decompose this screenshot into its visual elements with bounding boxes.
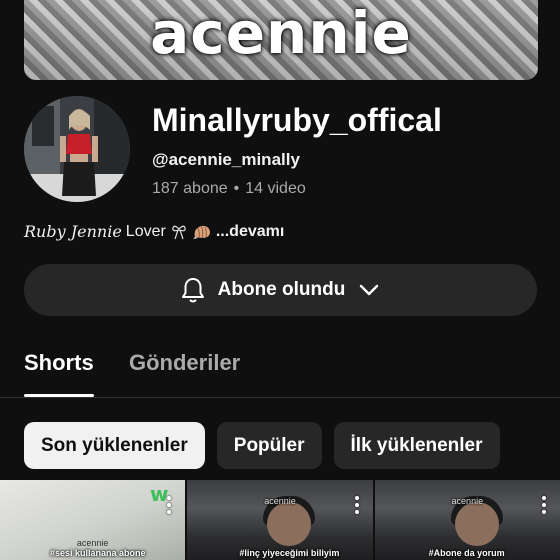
tab-shorts[interactable]: Shorts xyxy=(24,350,94,376)
short-caption: #linç yiyeceğimi biliyim xyxy=(239,548,340,558)
short-caption: #sesi kullanana abone xyxy=(50,548,146,558)
active-tab-indicator xyxy=(24,394,94,397)
channel-name: Minallyruby_offical xyxy=(152,102,442,138)
app-watermark-icon: w xyxy=(150,482,169,506)
short-watermark: acennie xyxy=(451,496,484,506)
banner-logo-text: acennie xyxy=(150,0,412,67)
stats-separator: • xyxy=(233,180,240,197)
chip-popular[interactable]: Popüler xyxy=(216,422,322,469)
shell-icon xyxy=(192,225,210,239)
sort-chips: Son yüklenenler Popüler İlk yüklenenler xyxy=(24,422,500,469)
channel-description[interactable]: Ruby Jennie Lover ...devamı xyxy=(24,222,284,241)
avatar-image xyxy=(24,96,130,202)
short-watermark: acennie xyxy=(264,496,296,506)
channel-tabs: Shorts Gönderiler xyxy=(0,340,560,398)
short-watermark: acennie xyxy=(76,538,109,548)
description-text: Lover xyxy=(125,222,166,240)
short-thumbnail[interactable]: acennie #Abone da yorum xyxy=(374,480,560,560)
tab-posts[interactable]: Gönderiler xyxy=(129,350,240,376)
shorts-grid: w acennie #sesi kullanana abone acennie … xyxy=(0,480,560,560)
chevron-down-icon xyxy=(360,284,379,296)
channel-stats: 187 abone • 14 video xyxy=(152,180,306,198)
ribbon-icon xyxy=(172,225,186,239)
description-script-text: Ruby Jennie xyxy=(24,222,122,241)
video-count: 14 video xyxy=(245,180,306,197)
chip-oldest[interactable]: İlk yüklenenler xyxy=(333,422,500,469)
subscribed-button[interactable]: Abone olundu xyxy=(24,264,537,316)
short-thumbnail[interactable]: acennie #linç yiyeceğimi biliyim xyxy=(187,480,373,560)
short-caption: #Abone da yorum xyxy=(428,548,505,558)
subscribed-button-label: Abone olundu xyxy=(217,279,346,300)
channel-banner: acennie xyxy=(24,0,538,80)
description-more-link[interactable]: ...devamı xyxy=(216,223,284,241)
subscriber-count: 187 abone xyxy=(152,180,228,197)
channel-handle: @acennie_minally xyxy=(152,150,300,169)
short-thumbnail[interactable]: w acennie #sesi kullanana abone xyxy=(0,480,186,560)
more-options-icon[interactable] xyxy=(167,496,172,514)
chip-latest[interactable]: Son yüklenenler xyxy=(24,422,205,469)
bell-icon xyxy=(181,278,204,303)
channel-avatar[interactable] xyxy=(24,96,130,202)
